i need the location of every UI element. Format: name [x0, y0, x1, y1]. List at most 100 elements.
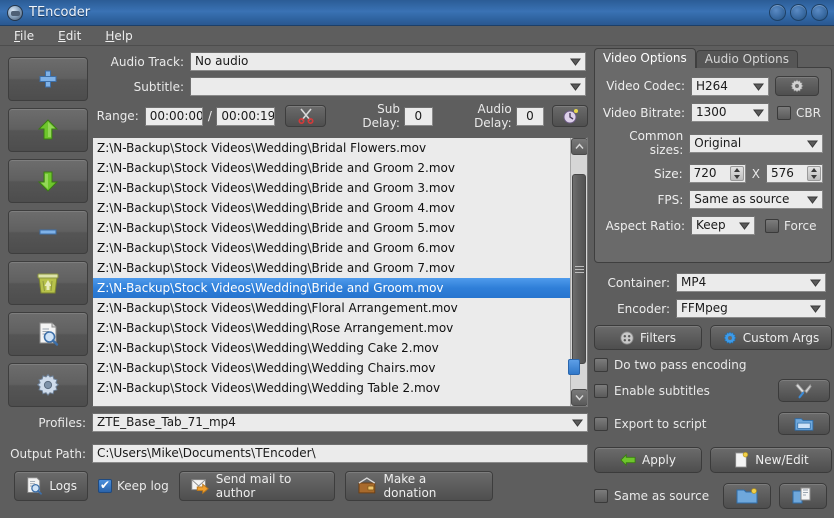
video-options-panel: Video Codec: H264 Video Bitrate: 1300 CB… — [594, 67, 832, 263]
minimize-button[interactable] — [769, 4, 786, 21]
output-path-input[interactable]: C:\Users\Mike\Documents\TEncoder\ — [92, 444, 588, 463]
remove-file-button[interactable] — [8, 210, 88, 254]
file-list-item[interactable]: Z:\N-Backup\Stock Videos\Wedding\Bride a… — [93, 258, 570, 278]
add-files-button[interactable] — [8, 57, 88, 101]
send-mail-button[interactable]: Send mail to author — [178, 471, 335, 501]
delay-preview-button[interactable] — [552, 105, 588, 127]
audio-track-combo[interactable]: No audio — [190, 52, 586, 71]
file-list-item[interactable]: Z:\N-Backup\Stock Videos\Wedding\Rose Ar… — [93, 318, 570, 338]
fps-row: FPS: Same as source — [599, 190, 823, 209]
same-as-source-checkbox[interactable] — [594, 489, 608, 503]
file-list-item[interactable]: Z:\N-Backup\Stock Videos\Wedding\Bride a… — [93, 158, 570, 178]
scroll-up-button[interactable] — [571, 138, 587, 155]
force-label: Force — [784, 218, 817, 233]
file-list-item[interactable]: Z:\N-Backup\Stock Videos\Wedding\Wedding… — [93, 358, 570, 378]
donation-label: Make a donation — [383, 472, 437, 500]
common-sizes-value: Original — [694, 135, 742, 150]
move-up-button[interactable] — [8, 108, 88, 152]
tab-video-options[interactable]: Video Options — [594, 48, 696, 68]
cbr-label: CBR — [796, 105, 821, 120]
spinner-down-icon[interactable] — [811, 174, 817, 179]
filters-button[interactable]: Filters — [594, 325, 702, 350]
keep-log-field[interactable]: Keep log — [98, 478, 169, 493]
scroll-down-button[interactable] — [571, 389, 587, 406]
maximize-button[interactable] — [790, 4, 807, 21]
fps-value: Same as source — [694, 192, 790, 206]
force-checkbox[interactable] — [765, 218, 779, 233]
donation-button[interactable]: Make a donation — [344, 471, 493, 501]
menu-help[interactable]: Help — [101, 28, 136, 44]
file-list-item[interactable]: Z:\N-Backup\Stock Videos\Wedding\Bride a… — [93, 198, 570, 218]
subtitle-tools-button[interactable] — [778, 379, 830, 402]
file-list-item[interactable]: Z:\N-Backup\Stock Videos\Wedding\Wedding… — [93, 378, 570, 398]
bottom-actions-row: Logs Keep log Send mail to author — [14, 471, 590, 501]
size-row: Size: 720 X 576 — [599, 164, 823, 183]
aspect-ratio-combo[interactable]: Keep — [691, 216, 755, 235]
range-end-input[interactable]: 00:00:19 — [216, 106, 275, 126]
codec-settings-button[interactable] — [775, 76, 819, 96]
two-pass-row[interactable]: Do two pass encoding — [594, 358, 832, 372]
chevron-down-icon — [738, 220, 751, 233]
file-list-item[interactable]: Z:\N-Backup\Stock Videos\Wedding\Bride a… — [93, 278, 570, 298]
custom-args-button[interactable]: Custom Args — [710, 325, 832, 350]
spinner-buttons[interactable] — [729, 166, 744, 181]
spinner-up-icon[interactable] — [733, 168, 740, 173]
aspect-ratio-row: Aspect Ratio: Keep Force — [599, 216, 823, 235]
tools-icon — [795, 382, 812, 398]
export-script-browse-button[interactable] — [778, 412, 830, 435]
container-combo[interactable]: MP4 — [676, 273, 826, 292]
file-list-scrollbar[interactable] — [568, 138, 587, 406]
cut-range-button[interactable] — [285, 105, 327, 127]
file-list-item[interactable]: Z:\N-Backup\Stock Videos\Wedding\Bridal … — [93, 138, 570, 158]
save-output-folder-button[interactable] — [779, 483, 828, 509]
container-value: MP4 — [681, 275, 707, 289]
scrollbar-thumb[interactable] — [572, 174, 586, 364]
file-list-item[interactable]: Z:\N-Backup\Stock Videos\Wedding\Bride a… — [93, 218, 570, 238]
menubar: File Edit Help — [0, 26, 834, 46]
menu-edit[interactable]: Edit — [54, 28, 85, 44]
menu-edit-accel: E — [58, 28, 66, 43]
spinner-buttons[interactable] — [807, 166, 821, 181]
preview-button[interactable] — [8, 312, 88, 356]
green-left-arrow-icon — [620, 453, 636, 467]
file-list[interactable]: Z:\N-Backup\Stock Videos\Wedding\Bridal … — [92, 137, 588, 407]
move-down-button[interactable] — [8, 159, 88, 203]
logs-button[interactable]: Logs — [14, 471, 88, 501]
chevron-down-icon — [806, 138, 819, 151]
profiles-combo[interactable]: ZTE_Base_Tab_71_mp4 — [92, 413, 588, 432]
apply-button[interactable]: Apply — [594, 447, 702, 473]
two-pass-checkbox[interactable] — [594, 358, 608, 372]
size-width-spinner[interactable]: 720 — [688, 164, 746, 183]
enable-subtitles-checkbox[interactable] — [594, 383, 608, 398]
close-button[interactable] — [811, 4, 828, 21]
range-start-input[interactable]: 00:00:00 — [144, 106, 204, 126]
file-list-item[interactable]: Z:\N-Backup\Stock Videos\Wedding\Floral … — [93, 298, 570, 318]
video-bitrate-combo[interactable]: 1300 — [691, 103, 769, 122]
file-list-item[interactable]: Z:\N-Backup\Stock Videos\Wedding\Wedding… — [93, 338, 570, 358]
keep-log-checkbox[interactable] — [98, 478, 112, 493]
output-path-row: Output Path: C:\Users\Mike\Documents\TEn… — [0, 444, 590, 463]
scrollbar-position-marker[interactable] — [568, 359, 580, 375]
window-titlebar: TEncoder — [0, 0, 834, 26]
settings-button[interactable] — [8, 363, 88, 407]
sub-delay-input[interactable]: 0 — [403, 106, 433, 126]
fps-combo[interactable]: Same as source — [689, 190, 823, 209]
spinner-down-icon[interactable] — [733, 174, 740, 179]
new-edit-button[interactable]: New/Edit — [710, 447, 832, 473]
video-codec-combo[interactable]: H264 — [691, 76, 769, 96]
audio-delay-input[interactable]: 0 — [515, 106, 545, 126]
export-script-checkbox[interactable] — [594, 416, 608, 431]
tab-audio-options[interactable]: Audio Options — [695, 50, 798, 68]
spinner-up-icon[interactable] — [811, 168, 817, 173]
clear-list-button[interactable] — [8, 261, 88, 305]
chevron-down-icon — [571, 417, 584, 430]
common-sizes-combo[interactable]: Original — [689, 133, 823, 153]
encoder-combo[interactable]: FFMpeg — [676, 299, 826, 318]
cbr-checkbox[interactable] — [777, 105, 791, 120]
subtitle-combo[interactable] — [190, 77, 586, 96]
menu-file[interactable]: File — [10, 28, 38, 44]
size-height-spinner[interactable]: 576 — [765, 164, 823, 183]
file-list-item[interactable]: Z:\N-Backup\Stock Videos\Wedding\Bride a… — [93, 178, 570, 198]
open-output-folder-button[interactable] — [723, 483, 772, 509]
file-list-item[interactable]: Z:\N-Backup\Stock Videos\Wedding\Bride a… — [93, 238, 570, 258]
